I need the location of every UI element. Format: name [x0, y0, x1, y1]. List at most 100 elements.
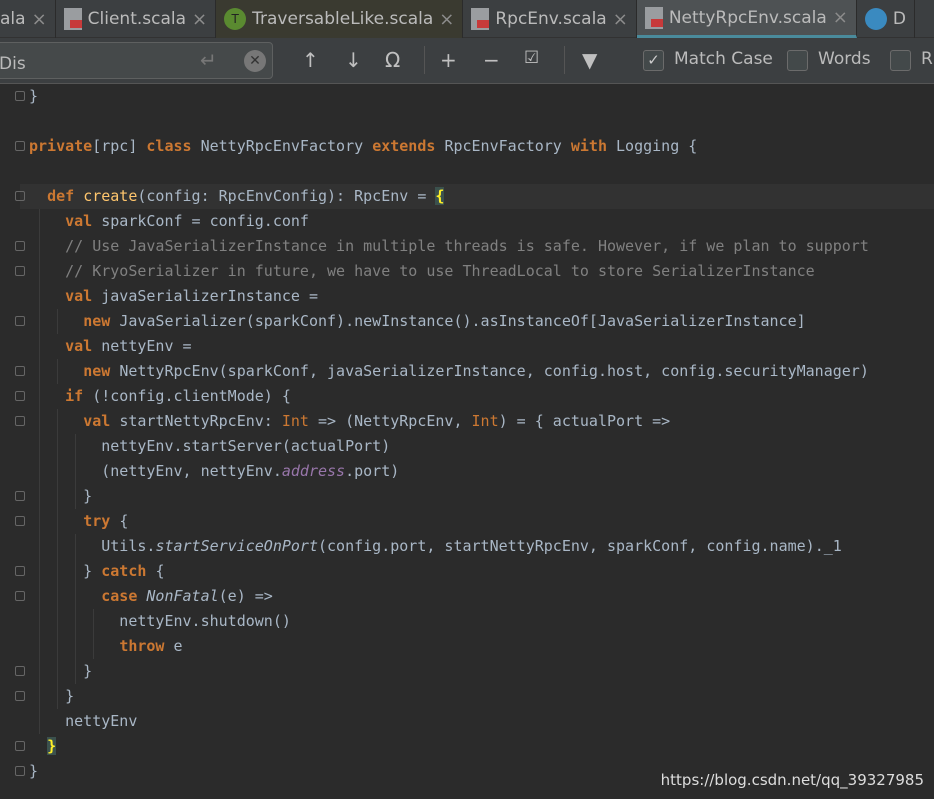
code-token: e [173, 637, 183, 655]
fold-marker-icon[interactable] [15, 666, 25, 676]
fold-marker-icon[interactable] [15, 491, 25, 501]
fold-marker-icon[interactable] [15, 516, 25, 526]
code-token: => (NettyRpcEnv, [308, 412, 472, 430]
code-line: } [29, 759, 38, 784]
code-token: sparkConf = config.conf [101, 212, 309, 230]
fold-marker-icon[interactable] [15, 741, 25, 751]
code-token: Utils. [29, 537, 156, 555]
fold-marker-icon[interactable] [15, 316, 25, 326]
tab-nettyrpcenv-scala[interactable]: NettyRpcEnv.scala × [636, 0, 857, 38]
close-tab-icon[interactable]: × [613, 9, 628, 30]
words-label[interactable]: Words [818, 49, 871, 69]
code-line: val startNettyRpcEnv: Int => (NettyRpcEn… [29, 409, 670, 434]
code-line: } [29, 84, 38, 109]
fold-marker-icon[interactable] [15, 691, 25, 701]
code-token: (config: RpcEnvConfig): RpcEnv = [137, 187, 436, 205]
tab-d[interactable]: D [857, 0, 915, 38]
match-case-label[interactable]: Match Case [674, 49, 773, 69]
code-token: Int [471, 412, 499, 430]
code-token: private [29, 137, 93, 155]
code-line: def create(config: RpcEnvConfig): RpcEnv… [29, 184, 445, 209]
indent-guide [75, 434, 76, 509]
fold-marker-icon[interactable] [15, 266, 25, 276]
code-line: // KryoSerializer in future, we have to … [29, 259, 815, 284]
remove-occurrence-icon[interactable]: − [483, 48, 500, 72]
code-token: Logging { [616, 137, 698, 155]
code-token: def [47, 187, 84, 205]
fold-marker-icon[interactable] [15, 566, 25, 576]
code-token: // KryoSerializer in future, we have to … [29, 262, 815, 280]
separator [424, 46, 425, 74]
code-token: startServiceOnPort [155, 537, 318, 555]
code-line: val nettyEnv = [29, 334, 192, 359]
fold-marker-icon[interactable] [15, 191, 25, 201]
separator [564, 46, 565, 74]
fold-marker-icon[interactable] [15, 391, 25, 401]
match-case-checkbox[interactable]: ✓ [643, 50, 664, 71]
fold-marker-icon[interactable] [15, 141, 25, 151]
previous-occurrence-icon[interactable]: ↑ [302, 48, 319, 72]
code-token: try [83, 512, 120, 530]
add-occurrence-icon[interactable]: + [440, 48, 457, 72]
code-token: if [65, 387, 93, 405]
tab-traversablelike-scala[interactable]: T TraversableLike.scala × [216, 0, 464, 38]
close-tab-icon[interactable]: × [833, 7, 848, 28]
code-line: } [29, 734, 57, 759]
code-token: val [83, 412, 120, 430]
fold-marker-icon[interactable] [15, 366, 25, 376]
enter-icon[interactable]: ↵ [200, 48, 217, 72]
close-tab-icon[interactable]: × [439, 9, 454, 30]
code-token: Int [281, 412, 309, 430]
fold-marker-icon[interactable] [15, 241, 25, 251]
trait-icon: T [224, 8, 247, 30]
toggle-selection-icon[interactable]: ☑ [524, 48, 539, 68]
code-line: new JavaSerializer(sparkConf).newInstanc… [29, 309, 805, 334]
regex-label[interactable]: R [921, 49, 933, 69]
watermark: https://blog.csdn.net/qq_39327985 [660, 771, 924, 789]
code-token: { [119, 512, 129, 530]
tab-ala[interactable]: ala × [0, 0, 56, 38]
regex-checkbox[interactable] [890, 50, 911, 71]
code-token: // Use JavaSerializerInstance in multipl… [29, 237, 869, 255]
code-token: } [29, 87, 39, 105]
code-line: nettyEnv.shutdown() [29, 609, 291, 634]
code-token: (nettyEnv, nettyEnv. [29, 462, 282, 480]
clear-search-icon[interactable]: ✕ [244, 50, 266, 72]
code-line: (nettyEnv, nettyEnv.address.port) [29, 459, 399, 484]
code-token: nettyEnv = [101, 337, 192, 355]
code-token: with [570, 137, 617, 155]
next-occurrence-icon[interactable]: ↓ [345, 48, 362, 72]
code-line: nettyEnv [29, 709, 137, 734]
fold-marker-icon[interactable] [15, 591, 25, 601]
code-token: throw [119, 637, 174, 655]
scala-file-icon [644, 6, 663, 29]
tab-label: NettyRpcEnv.scala [668, 7, 827, 28]
close-tab-icon[interactable]: × [192, 9, 207, 30]
search-input[interactable] [0, 42, 273, 79]
tab-label: D [892, 9, 906, 29]
select-all-occurrences-icon[interactable]: Ω [385, 48, 400, 72]
words-checkbox[interactable] [787, 50, 808, 71]
code-line: private[rpc] class NettyRpcEnvFactory ex… [29, 134, 697, 159]
code-line: try { [29, 509, 128, 534]
fold-marker-icon[interactable] [15, 766, 25, 776]
fold-marker-icon[interactable] [15, 91, 25, 101]
code-token: nettyEnv [29, 712, 138, 730]
code-token: val [65, 337, 102, 355]
fold-marker-icon[interactable] [15, 416, 25, 426]
code-token: .port) [345, 462, 400, 480]
indent-guide [57, 359, 58, 384]
code-token: val [65, 287, 102, 305]
code-token: (e) => [218, 587, 273, 605]
code-line: // Use JavaSerializerInstance in multipl… [29, 234, 869, 259]
tab-rpcenv-scala[interactable]: RpcEnv.scala × [463, 0, 637, 38]
code-line: val sparkConf = config.conf [29, 209, 309, 234]
filter-icon[interactable]: ▼ [582, 48, 597, 72]
code-editor[interactable]: } private[rpc] class NettyRpcEnvFactory e… [0, 84, 934, 799]
code-token: ) = { actualPort => [498, 412, 671, 430]
tab-client-scala[interactable]: Client.scala × [56, 0, 217, 38]
code-token: startNettyRpcEnv: [119, 412, 282, 430]
close-tab-icon[interactable]: × [32, 9, 47, 30]
